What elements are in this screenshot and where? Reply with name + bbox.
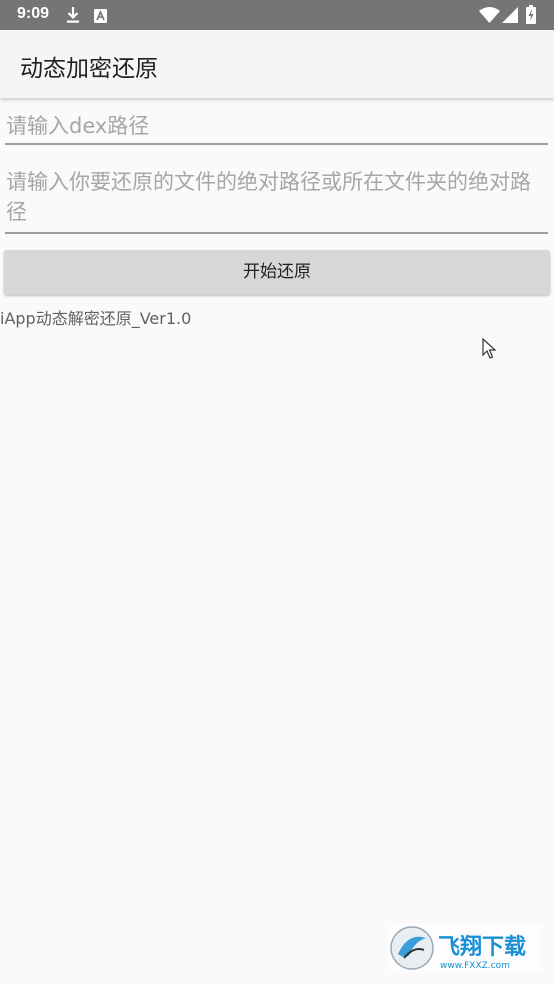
- status-time: 9:09: [17, 5, 50, 22]
- battery-charging-icon: [526, 5, 536, 28]
- watermark-logo: 飞翔下载 www.FXXZ.com: [388, 924, 542, 972]
- start-restore-button[interactable]: 开始还原: [4, 250, 550, 295]
- watermark-brand: 飞翔下载: [438, 934, 526, 960]
- target-path-input[interactable]: 请输入你要还原的文件的绝对路径或所在文件夹的绝对路径: [5, 166, 548, 234]
- app-title: 动态加密还原: [20, 56, 158, 82]
- target-path-placeholder: 请输入你要还原的文件的绝对路径或所在文件夹的绝对路径: [6, 170, 531, 224]
- watermark-site: www.FXXZ.com: [440, 961, 510, 971]
- download-icon: [66, 6, 80, 28]
- status-bar: 9:09: [0, 0, 554, 30]
- mouse-cursor-icon: [482, 337, 497, 364]
- version-label: iApp动态解密还原_Ver1.0: [0, 309, 192, 328]
- keyboard-a-icon: [94, 8, 107, 27]
- wifi-icon: [479, 7, 500, 27]
- app-bar: 动态加密还原: [0, 30, 554, 98]
- signal-icon: [502, 7, 518, 27]
- dex-path-input[interactable]: 请输入dex路径: [5, 111, 548, 145]
- dex-path-placeholder: 请输入dex路径: [6, 114, 150, 138]
